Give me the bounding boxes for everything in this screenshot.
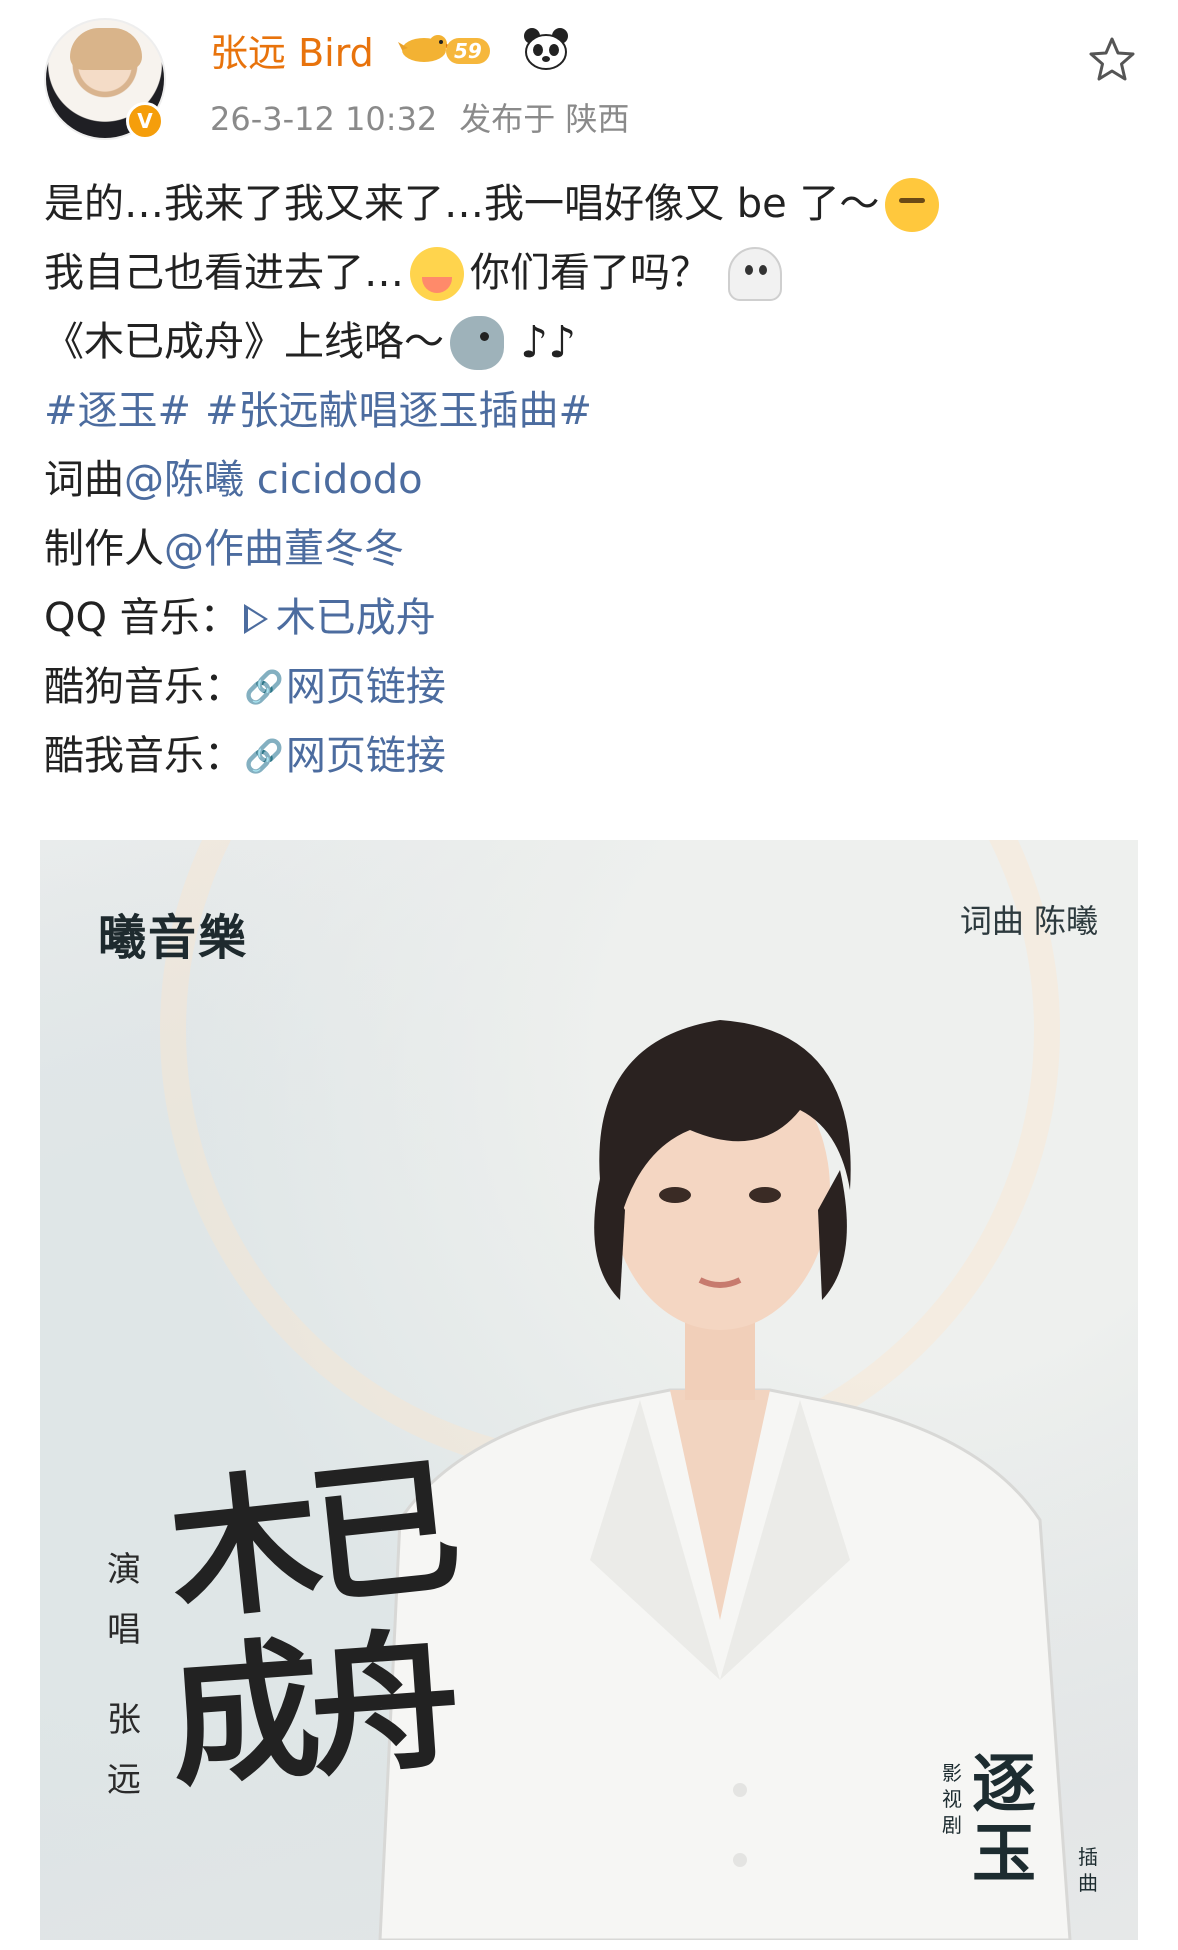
producer-label: 制作人: [44, 526, 164, 572]
album-cover-image[interactable]: 曦音樂 词曲 陈曦 演唱 张远 木已 成舟 影视剧 逐玉 插曲: [40, 840, 1138, 1940]
hashtag-line: #逐玉# #张远献唱逐玉插曲#: [44, 377, 1144, 446]
mention-producer[interactable]: @作曲董冬冬: [164, 515, 404, 584]
hashtag-zhuyu[interactable]: #逐玉#: [44, 377, 191, 446]
post-text: 《木已成舟》上线咯～: [44, 319, 444, 365]
post-timestamp: 26-3-12 10:32: [210, 100, 438, 138]
post-location: 发布于 陕西: [459, 100, 630, 138]
link-icon[interactable]: 🔗: [244, 722, 284, 791]
post-meta: 26-3-12 10:32 发布于 陕西: [210, 94, 651, 140]
qq-music-link[interactable]: 木已成舟: [276, 584, 436, 653]
qq-music-line: QQ 音乐： 木已成舟: [44, 584, 1144, 653]
post-line-2: 我自己也看进去了… 你们看了吗？: [44, 239, 1144, 308]
post-text: 你们看了吗？: [470, 250, 710, 296]
lyrics-line: 词曲 @陈曦 cicidodo: [44, 446, 1144, 515]
username[interactable]: 张远 Bird: [210, 22, 374, 77]
drama-tag: 影视剧 逐玉 插曲: [942, 1750, 1102, 1900]
link-icon[interactable]: 🔗: [244, 653, 284, 722]
song-title-line-2: 成舟: [164, 1612, 456, 1808]
drama-suffix: 插曲: [1078, 1845, 1098, 1895]
post-header: V 张远 Bird 59 26-3-12 10:32 发布于 陕西: [0, 0, 1178, 150]
cover-credit: 词曲 陈曦: [959, 902, 1098, 940]
kuwo-music-link[interactable]: 网页链接: [286, 722, 446, 791]
cry-emoji: [410, 246, 464, 301]
singer-name: 张远: [107, 1700, 141, 1800]
kuwo-music-label: 酷我音乐：: [44, 733, 244, 779]
think-emoji: [885, 177, 940, 232]
post-text: 是的…我来了我又来了…我一唱好像又 be 了～: [44, 181, 880, 227]
post-line-1: 是的…我来了我又来了…我一唱好像又 be 了～: [44, 170, 1144, 239]
drama-name: 逐玉: [972, 1747, 1036, 1892]
vip-level-badge: 59: [446, 38, 490, 64]
label-logo: 曦音樂: [98, 910, 249, 966]
qq-music-label: QQ 音乐：: [44, 595, 240, 641]
hashtag-zhangyuan-song[interactable]: #张远献唱逐玉插曲#: [205, 377, 592, 446]
panda-icon: [524, 28, 568, 70]
lyrics-label: 词曲: [44, 457, 124, 503]
kuwo-music-line: 酷我音乐： 🔗 网页链接: [44, 722, 1144, 791]
kugou-music-label: 酷狗音乐：: [44, 664, 244, 710]
bird-emoji: [450, 315, 504, 370]
kugou-music-link[interactable]: 网页链接: [286, 653, 446, 722]
drama-label: 影视剧: [942, 1761, 962, 1837]
singer-label: 演唱: [107, 1550, 141, 1650]
post-body: 是的…我来了我又来了…我一唱好像又 be 了～ 我自己也看进去了… 你们看了吗？…: [44, 170, 1144, 791]
song-title-line-1: 木已: [161, 1437, 459, 1643]
verified-badge-icon: V: [126, 102, 164, 140]
play-icon[interactable]: [243, 603, 268, 634]
producer-line: 制作人 @作曲董冬冬: [44, 515, 1144, 584]
post-text: 我自己也看进去了…: [44, 250, 404, 296]
post-line-3: 《木已成舟》上线咯～ ♪♪: [44, 308, 1144, 377]
music-notes-icon: ♪♪: [520, 317, 577, 368]
kugou-music-line: 酷狗音乐： 🔗 网页链接: [44, 653, 1144, 722]
mention-lyricist[interactable]: @陈曦 cicidodo: [124, 446, 423, 515]
ghost-emoji: [728, 246, 782, 301]
star-icon[interactable]: [1086, 34, 1138, 86]
